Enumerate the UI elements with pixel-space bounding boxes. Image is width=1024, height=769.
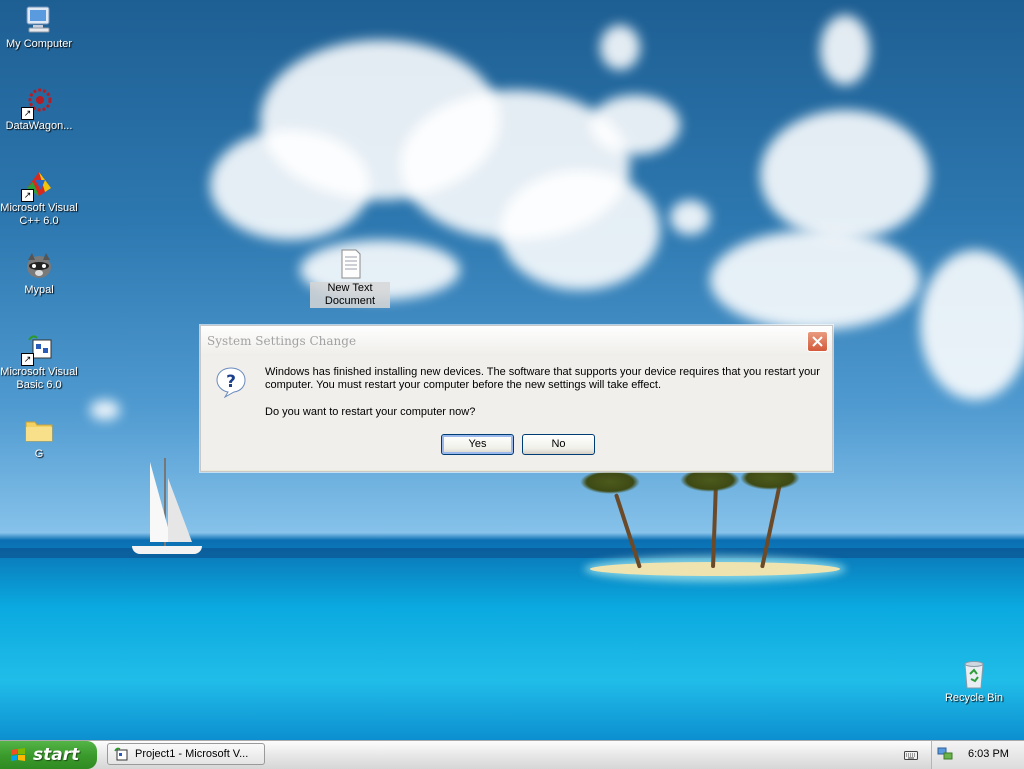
desktop-icon-label: Microsoft Visual C++ 6.0 (0, 202, 79, 228)
desktop-icon-my-computer[interactable]: My Computer (0, 4, 79, 51)
desktop-icon-visual-basic[interactable]: ↗ Microsoft Visual Basic 6.0 (0, 332, 79, 392)
label-line: Microsoft Visual (0, 366, 78, 378)
desktop-icon-label: My Computer (5, 38, 73, 50)
recycle-bin-icon (958, 658, 990, 690)
start-button[interactable]: start (0, 741, 97, 769)
cloud (600, 25, 640, 70)
system-tray: 6:03 PM (931, 741, 1024, 769)
taskbar: start Project1 - Microsoft V... 6:03 PM (0, 740, 1024, 769)
desktop-icon-label: G (34, 448, 44, 460)
system-settings-change-dialog: System Settings Change ? Windows has fin… (200, 325, 833, 472)
desktop-icon-g-folder[interactable]: G (0, 414, 79, 461)
desktop-icon-label: Recycle Bin (944, 692, 1004, 704)
folder-icon (23, 414, 55, 446)
vb-project-icon (114, 747, 128, 761)
close-icon (812, 336, 823, 347)
visual-cpp-icon: ↗ (21, 168, 55, 202)
no-button[interactable]: No (522, 434, 595, 455)
shortcut-arrow-icon: ↗ (21, 189, 34, 202)
dialog-title: System Settings Change (207, 334, 357, 348)
desktop-icon-visual-cpp[interactable]: ↗ Microsoft Visual C++ 6.0 (0, 168, 79, 228)
dialog-question: Do you want to restart your computer now… (265, 406, 476, 418)
cloud (710, 230, 920, 330)
desktop-icon-recycle-bin[interactable]: Recycle Bin (934, 658, 1014, 705)
visual-basic-icon: ↗ (21, 332, 55, 366)
palm-fronds (580, 470, 640, 494)
cloud (920, 250, 1024, 400)
taskbar-item-project1[interactable]: Project1 - Microsoft V... (107, 743, 265, 765)
cloud (820, 15, 870, 85)
label-line: Basic 6.0 (16, 379, 62, 391)
shortcut-arrow-icon: ↗ (21, 353, 34, 366)
taskbar-item-label: Project1 - Microsoft V... (135, 748, 249, 760)
dialog-title-bar[interactable]: System Settings Change (201, 326, 832, 356)
desktop-icon-label: Microsoft Visual Basic 6.0 (0, 366, 79, 392)
clock[interactable]: 6:03 PM (968, 748, 1009, 760)
cloud (90, 400, 120, 420)
desktop-icon-mypal[interactable]: Mypal (0, 250, 79, 297)
text-document-icon (334, 248, 366, 280)
cloud (760, 110, 930, 240)
close-button[interactable] (807, 331, 828, 352)
sailboat-sail (168, 478, 192, 542)
cloud (670, 200, 710, 235)
dialog-body: ? Windows has finished installing new de… (201, 356, 832, 470)
desktop-icon-new-text-document[interactable]: New Text Document (310, 248, 390, 308)
label-line: Document (324, 295, 376, 307)
cloud (590, 95, 680, 155)
yes-button[interactable]: Yes (441, 434, 514, 455)
mypal-icon (23, 250, 55, 282)
label-line: New Text (327, 282, 373, 294)
network-icon[interactable] (937, 747, 953, 761)
datawagon-icon: ↗ (21, 86, 55, 120)
dialog-message: Windows has finished installing new devi… (265, 366, 820, 391)
computer-icon (23, 4, 55, 36)
desktop-icon-label: Mypal (24, 284, 54, 296)
cloud (500, 170, 660, 290)
question-icon: ? (215, 366, 247, 399)
start-label: start (33, 745, 80, 765)
label-line: C++ 6.0 (19, 215, 59, 227)
keyboard-icon[interactable] (904, 749, 918, 761)
shortcut-arrow-icon: ↗ (21, 107, 34, 120)
sailboat-hull (132, 546, 202, 554)
svg-text:?: ? (226, 372, 236, 392)
desktop-icon-label: New Text Document (310, 282, 390, 308)
label-line: Microsoft Visual (0, 202, 78, 214)
desktop-icon-label: DataWagon... (5, 120, 73, 132)
windows-logo-icon (11, 748, 25, 761)
desktop-icon-datawagon[interactable]: ↗ DataWagon... (0, 86, 79, 133)
